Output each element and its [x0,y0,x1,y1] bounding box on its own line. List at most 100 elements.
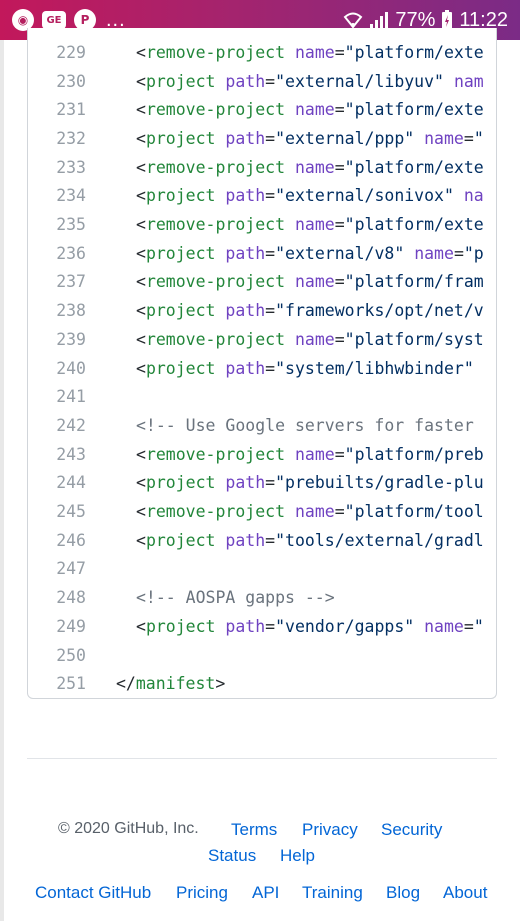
line-number[interactable]: 229 [28,43,88,62]
left-edge [0,40,4,921]
code-line: 233 <remove-project name="platform/exte [28,153,496,182]
footer-link-blog[interactable]: Blog [386,883,420,903]
code-token: "platform/syst [344,329,484,349]
line-number[interactable]: 242 [28,416,88,435]
footer-link-training[interactable]: Training [302,883,363,903]
line-number[interactable]: 251 [28,674,88,693]
code-token: "platform/exte [344,100,484,120]
line-code: <remove-project name="platform/exte [88,215,484,234]
line-number[interactable]: 244 [28,473,88,492]
code-line: 242 <!-- Use Google servers for faster [28,411,496,440]
line-code: <project path="prebuilts/gradle-plu [88,473,484,492]
line-code: <project path="tools/external/gradl [88,531,484,550]
footer-link-help[interactable]: Help [280,846,315,866]
code-token: name [294,157,335,177]
code-token: < [136,128,146,148]
footer-link-contact-github[interactable]: Contact GitHub [35,883,151,903]
line-number[interactable]: 247 [28,559,88,578]
code-token: "platform/exte [344,215,484,235]
line-number[interactable]: 233 [28,158,88,177]
footer-link-security[interactable]: Security [381,820,442,840]
line-number[interactable]: 249 [28,617,88,636]
code-token: < [136,530,146,550]
code-line: 232 <project path="external/ppp" name=" [28,124,496,153]
code-token: "external/v8" [275,243,405,263]
line-number[interactable]: 245 [28,502,88,521]
code-token: "external/libyuv" [275,71,444,91]
line-code: <!-- AOSPA gapps --> [88,588,335,607]
line-code: <project path="external/sonivox" na [88,186,484,205]
code-token: = [463,616,474,636]
line-number[interactable]: 250 [28,646,88,665]
line-code: <remove-project name="platform/syst [88,330,484,349]
code-token: = [265,71,276,91]
code-token: "external/ppp" [275,128,415,148]
code-token: nam [453,71,484,91]
line-number[interactable]: 239 [28,330,88,349]
code-token: path [225,128,266,148]
code-line: 249 <project path="vendor/gapps" name=" [28,612,496,641]
line-number[interactable]: 241 [28,387,88,406]
line-code: <remove-project name="platform/tool [88,502,484,521]
line-number[interactable]: 248 [28,588,88,607]
code-token: "platform/exte [344,157,484,177]
code-token: < [136,301,146,321]
footer-link-api[interactable]: API [252,883,279,903]
code-token: name [424,128,464,148]
code-token: "vendor/gapps" [275,616,415,636]
line-number[interactable]: 236 [28,244,88,263]
code-token: "external/sonivox" [275,186,454,206]
line-number[interactable]: 230 [28,72,88,91]
line-number[interactable]: 243 [28,445,88,464]
footer-link-status[interactable]: Status [208,846,256,866]
footer-link-privacy[interactable]: Privacy [302,820,358,840]
line-number[interactable]: 232 [28,129,88,148]
line-code: <project path="external/v8" name="p [88,244,484,263]
code-token: < [136,329,146,349]
code-line: 235 <remove-project name="platform/exte [28,210,496,239]
code-line: 236 <project path="external/v8" name="p [28,239,496,268]
line-code: <remove-project name="platform/preb [88,445,484,464]
code-token: path [225,616,266,636]
code-token: manifest [135,674,216,694]
code-token: = [265,473,276,493]
line-number[interactable]: 237 [28,272,88,291]
code-line: 230 <project path="external/libyuv" nam [28,67,496,96]
line-number[interactable]: 238 [28,301,88,320]
code-token: = [265,243,276,263]
code-token: < [136,243,146,263]
code-token: na [463,186,484,206]
code-line: 247 [28,555,496,584]
code-token: < [136,272,146,292]
code-token: " [473,128,484,148]
ge-icon: GE [42,11,66,29]
line-number[interactable]: 234 [28,186,88,205]
line-number[interactable]: 235 [28,215,88,234]
code-token: < [136,444,146,464]
code-token: "platform/tool [344,502,484,522]
line-number[interactable]: 246 [28,531,88,550]
code-token: project [145,530,216,550]
code-token: < [136,186,146,206]
code-line: 234 <project path="external/sonivox" na [28,182,496,211]
code-token: name [294,42,335,62]
code-line: 238 <project path="frameworks/opt/net/v [28,296,496,325]
footer-link-about[interactable]: About [443,883,487,903]
line-number[interactable]: 231 [28,100,88,119]
footer-link-pricing[interactable]: Pricing [176,883,228,903]
code-token: remove-project [145,272,286,292]
code-token: = [334,272,345,292]
footer-link-terms[interactable]: Terms [231,820,277,840]
line-number[interactable]: 240 [28,359,88,378]
footer-divider [27,758,497,759]
code-token: project [145,186,216,206]
code-token: path [225,243,266,263]
